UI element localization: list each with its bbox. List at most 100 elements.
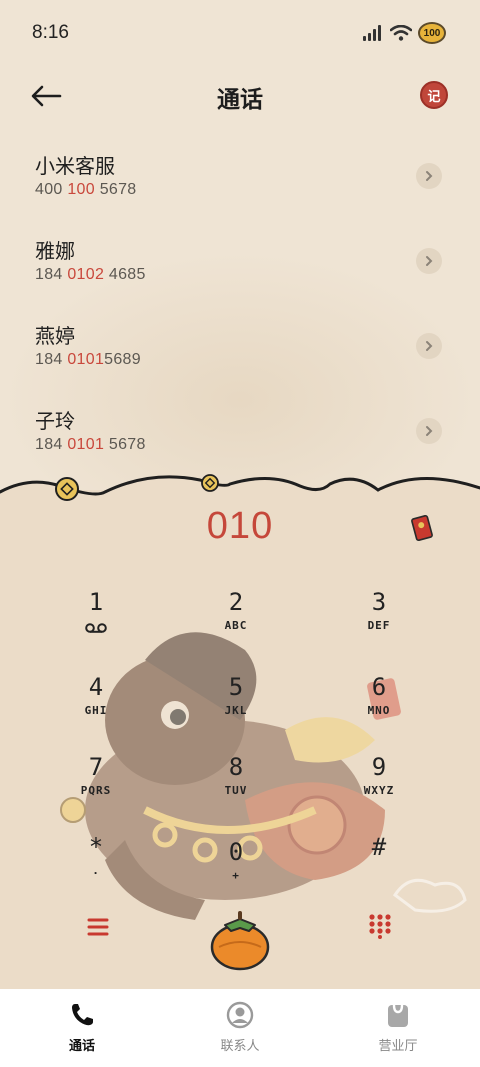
contact-name: 小米客服 [35, 154, 115, 178]
details-button[interactable] [416, 248, 442, 274]
nav-item-service-hall[interactable]: 营业厅 [338, 1001, 458, 1054]
key-letters: ABC [224, 619, 248, 632]
key-letters: DEF [367, 619, 391, 632]
key-letters: WXYZ [363, 784, 395, 797]
nav-label: 通话 [68, 1039, 95, 1054]
coin-icon [55, 477, 79, 501]
key-7[interactable]: 7 PQRS [51, 750, 141, 820]
red-packet-button[interactable] [408, 514, 436, 542]
number-suffix: 5689 [104, 351, 141, 368]
nav-item-calls[interactable]: 通话 [22, 1001, 142, 1054]
contact-number: 184 0102 4685 [35, 266, 146, 284]
key-digit: 9 [371, 753, 387, 781]
scallop-divider [0, 474, 480, 510]
contact-name: 燕婷 [35, 324, 75, 348]
key-6[interactable]: 6 MNO [334, 670, 424, 740]
number-suffix: 4685 [104, 266, 146, 283]
details-button[interactable] [416, 418, 442, 444]
coin-icon [201, 474, 219, 492]
chevron-right-icon [426, 256, 433, 266]
number-prefix: 400 [35, 181, 68, 198]
key-8[interactable]: 8 TUV [191, 750, 281, 820]
key-hash[interactable]: # [334, 830, 424, 900]
status-icons: 100 [362, 22, 446, 44]
key-digit: # [371, 833, 387, 861]
key-letters: + [232, 869, 240, 882]
call-button[interactable] [207, 907, 273, 973]
key-digit: 6 [371, 673, 387, 701]
seal-button[interactable]: 记 [420, 81, 448, 109]
number-suffix: 5678 [104, 436, 146, 453]
key-3[interactable]: 3 DEF [334, 585, 424, 655]
key-digit: * [88, 833, 104, 861]
key-0[interactable]: 0 + [191, 835, 281, 905]
key-digit: 3 [371, 588, 387, 616]
key-letters: GHI [84, 704, 108, 717]
header: 通话 记 [0, 72, 480, 120]
call-list-item[interactable]: 雅娜 184 0102 4685 [0, 223, 480, 308]
nav-label: 联系人 [220, 1039, 260, 1054]
number-match: 100 [67, 181, 95, 198]
battery-level: 100 [423, 27, 441, 39]
number-match: 0101 [67, 351, 105, 368]
contact-number: 184 01015689 [35, 351, 141, 369]
key-4[interactable]: 4 GHI [51, 670, 141, 740]
persimmon-call-icon [210, 911, 270, 971]
seal-glyph: 记 [427, 89, 441, 105]
key-2[interactable]: 2 ABC [191, 585, 281, 655]
status-time: 8:16 [32, 22, 69, 43]
number-match: 0101 [67, 436, 105, 453]
key-letters: . [92, 864, 100, 877]
contact-number: 184 0101 5678 [35, 436, 146, 454]
key-digit: 2 [228, 588, 244, 616]
number-prefix: 184 [35, 436, 68, 453]
key-1[interactable]: 1 [51, 585, 141, 655]
details-button[interactable] [416, 333, 442, 359]
bottom-nav: 通话 联系人 营业厅 [0, 989, 480, 1067]
dialpad-icon [369, 914, 391, 939]
contacts-icon [226, 1001, 254, 1029]
keypad-toggle-button[interactable] [368, 913, 392, 939]
wifi-icon [390, 25, 412, 41]
phone-screen: 8:16 100 通话 记 小米客服 400 100 5678 雅娜 184 0… [0, 0, 480, 1067]
contact-number: 400 100 5678 [35, 181, 137, 199]
dialer-actions [0, 905, 480, 975]
number-prefix: 184 [35, 351, 68, 368]
call-list: 小米客服 400 100 5678 雅娜 184 0102 4685 燕婷 18… [0, 138, 480, 478]
chevron-right-icon [426, 171, 433, 181]
hamburger-icon [87, 918, 109, 936]
voicemail-icon [85, 623, 107, 633]
signal-icon [363, 25, 381, 41]
nav-item-contacts[interactable]: 联系人 [180, 1001, 300, 1054]
key-9[interactable]: 9 WXYZ [334, 750, 424, 820]
chevron-right-icon [426, 426, 433, 436]
call-list-item[interactable]: 燕婷 184 01015689 [0, 308, 480, 393]
key-digit: 8 [228, 753, 244, 781]
chevron-right-icon [426, 341, 433, 351]
number-match: 0102 [67, 266, 105, 283]
key-5[interactable]: 5 JKL [191, 670, 281, 740]
number-prefix: 184 [35, 266, 68, 283]
details-button[interactable] [416, 163, 442, 189]
key-star[interactable]: * . [51, 830, 141, 900]
shopping-bag-icon [388, 1004, 408, 1027]
key-digit: 5 [228, 673, 244, 701]
menu-button[interactable] [86, 915, 110, 939]
key-digit: 0 [228, 838, 244, 866]
key-digit: 1 [88, 588, 104, 616]
phone-icon [72, 1004, 93, 1026]
call-list-item[interactable]: 小米客服 400 100 5678 [0, 138, 480, 223]
contact-name: 雅娜 [35, 239, 75, 263]
key-letters: TUV [224, 784, 248, 797]
key-digit: 4 [88, 673, 104, 701]
key-letters: MNO [367, 704, 391, 717]
battery-icon: 100 [418, 22, 446, 44]
key-letters: JKL [224, 704, 248, 717]
nav-label: 营业厅 [378, 1039, 418, 1054]
page-title: 通话 [217, 87, 263, 113]
key-letters: PQRS [80, 784, 112, 797]
status-bar: 8:16 100 [0, 0, 480, 68]
number-suffix: 5678 [94, 181, 137, 198]
call-list-item[interactable]: 子玲 184 0101 5678 [0, 393, 480, 478]
contact-name: 子玲 [35, 409, 75, 433]
